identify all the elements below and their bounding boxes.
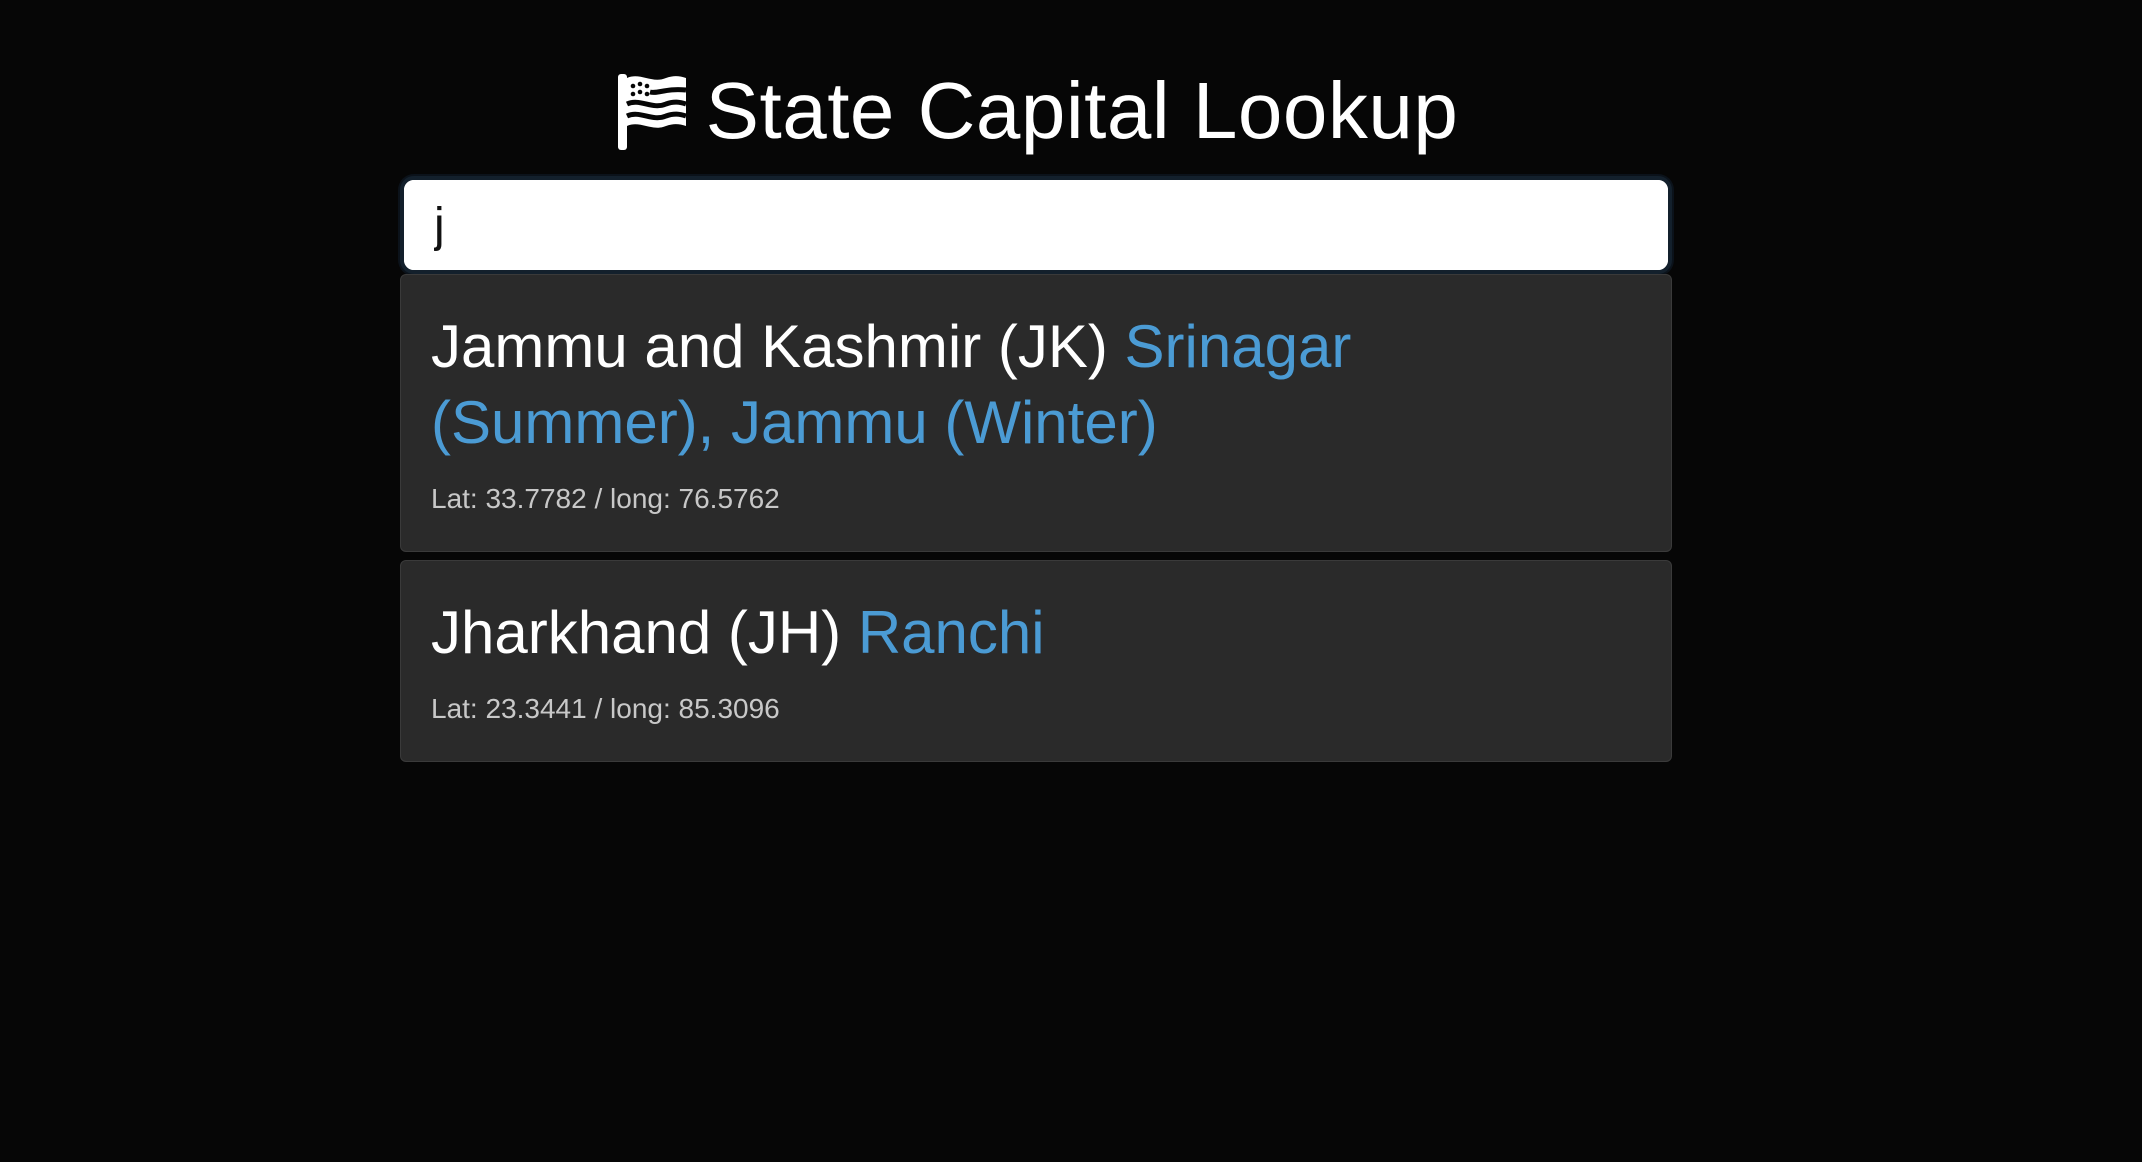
result-coordinates: Lat: 33.7782 / long: 76.5762 (431, 483, 780, 514)
page-title: State Capital Lookup (614, 70, 1459, 152)
result-title: Jammu and Kashmir (JK) Srinagar (Summer)… (431, 309, 1641, 461)
result-state: Jammu and Kashmir (JK) (431, 313, 1108, 380)
result-title: Jharkhand (JH) Ranchi (431, 595, 1641, 671)
results-list: Jammu and Kashmir (JK) Srinagar (Summer)… (400, 274, 1672, 762)
search-input[interactable] (404, 180, 1668, 270)
result-capital: Ranchi (857, 599, 1045, 666)
search-box (400, 176, 1672, 274)
result-state: Jharkhand (JH) (431, 599, 842, 666)
result-card[interactable]: Jharkhand (JH) Ranchi Lat: 23.3441 / lon… (400, 560, 1672, 762)
result-card[interactable]: Jammu and Kashmir (JK) Srinagar (Summer)… (400, 274, 1672, 552)
result-coordinates: Lat: 23.3441 / long: 85.3096 (431, 693, 780, 724)
app-container: State Capital Lookup Jammu and Kashmir (… (400, 0, 1672, 770)
page-title-text: State Capital Lookup (705, 66, 1459, 155)
header: State Capital Lookup (400, 0, 1672, 170)
flag-icon (614, 70, 688, 152)
